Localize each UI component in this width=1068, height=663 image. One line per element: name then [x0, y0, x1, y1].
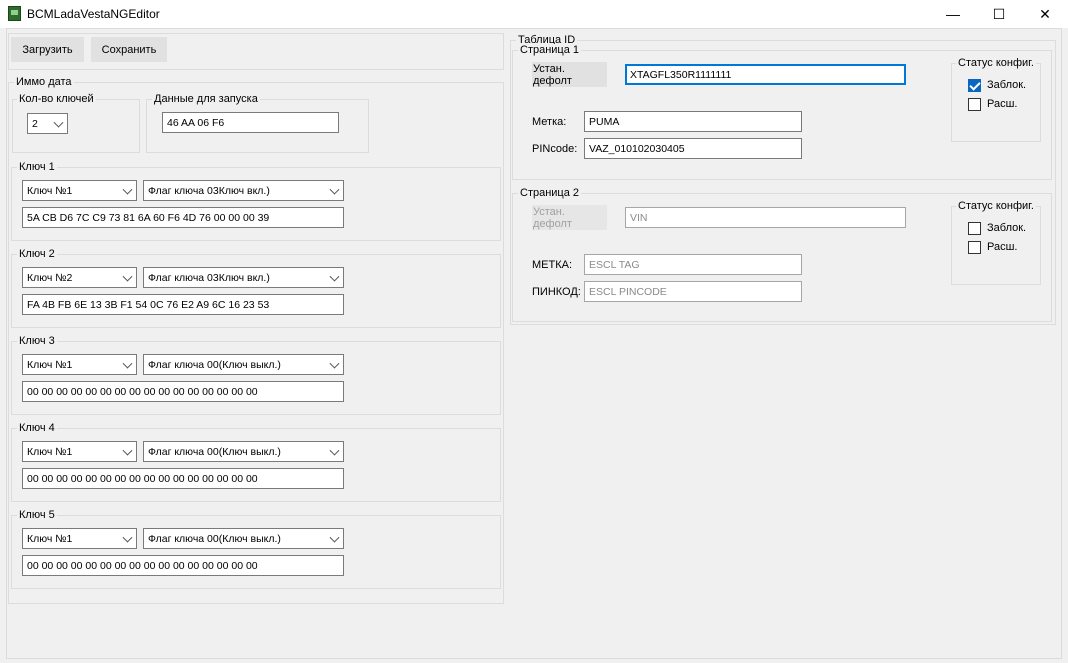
- key-2-flag-value: Флаг ключа 03Ключ вкл.): [148, 271, 270, 284]
- key-5-group: [11, 515, 501, 589]
- key-4-flag-select[interactable]: Флаг ключа 00(Ключ выкл.): [143, 441, 344, 462]
- key-5-flag-select[interactable]: Флаг ключа 00(Ключ выкл.): [143, 528, 344, 549]
- chevron-down-icon: [329, 184, 340, 195]
- key-4-number-select[interactable]: Ключ №1: [22, 441, 137, 462]
- key-4-flag-value: Флаг ключа 00(Ключ выкл.): [148, 445, 281, 458]
- key-count-label: Кол-во ключей: [17, 93, 96, 105]
- page-1-tag-label: Метка:: [532, 116, 567, 128]
- chevron-down-icon: [122, 445, 133, 456]
- key-3-group: [11, 341, 501, 415]
- key-5-number-value: Ключ №1: [27, 532, 73, 545]
- page-1-pin-label: PINcode:: [532, 143, 578, 155]
- minimize-icon: —: [946, 6, 960, 22]
- key-4-group: [11, 428, 501, 502]
- key-1-number-value: Ключ №1: [27, 184, 73, 197]
- page-1-ext-label: Расш.: [987, 98, 1018, 110]
- page-2-ext-label: Расш.: [987, 241, 1018, 253]
- page-2-pin-field[interactable]: ESCL PINCODE: [584, 281, 802, 302]
- key-2-number-value: Ключ №2: [27, 271, 73, 284]
- key-5-flag-value: Флаг ключа 00(Ключ выкл.): [148, 532, 281, 545]
- maximize-button[interactable]: ☐: [976, 0, 1022, 28]
- chevron-down-icon: [122, 358, 133, 369]
- key-1-number-select[interactable]: Ключ №1: [22, 180, 137, 201]
- key-3-number-value: Ключ №1: [27, 358, 73, 371]
- page-2-ext-checkbox[interactable]: [968, 241, 981, 254]
- page-2-set-default-button[interactable]: Устан. дефолт: [532, 205, 607, 230]
- page-1-set-default-button[interactable]: Устан. дефолт: [532, 62, 607, 87]
- key-2-flag-select[interactable]: Флаг ключа 03Ключ вкл.): [143, 267, 344, 288]
- window-title: BCMLadaVestaNGEditor: [27, 7, 160, 21]
- page-2-tag-label: МЕТКА:: [532, 259, 573, 271]
- chevron-down-icon: [329, 532, 340, 543]
- key-5-number-select[interactable]: Ключ №1: [22, 528, 137, 549]
- chevron-down-icon: [329, 358, 340, 369]
- key-2-data-field[interactable]: FA 4B FB 6E 13 3B F1 54 0C 76 E2 A9 6C 1…: [22, 294, 344, 315]
- page-2-tag-field[interactable]: ESCL TAG: [584, 254, 802, 275]
- chevron-down-icon: [329, 445, 340, 456]
- key-1-label: Ключ 1: [17, 161, 57, 173]
- key-4-label: Ключ 4: [17, 422, 57, 434]
- page-1-label: Страница 1: [518, 44, 582, 56]
- page-2-label: Страница 2: [518, 187, 582, 199]
- key-1-group: [11, 167, 501, 241]
- page-2-pin-label: ПИНКОД:: [532, 286, 581, 298]
- key-count-select[interactable]: 2: [27, 113, 68, 134]
- page-1-locked-checkbox[interactable]: [968, 79, 981, 92]
- key-3-flag-select[interactable]: Флаг ключа 00(Ключ выкл.): [143, 354, 344, 375]
- chevron-down-icon: [122, 532, 133, 543]
- page-1-locked-label: Заблок.: [987, 79, 1027, 91]
- key-1-flag-select[interactable]: Флаг ключа 03Ключ вкл.): [143, 180, 344, 201]
- page-2-status-label: Статус конфиг.: [956, 200, 1036, 212]
- key-4-number-value: Ключ №1: [27, 445, 73, 458]
- page-1-vin-field[interactable]: XTAGFL350R1111111: [625, 64, 906, 85]
- key-3-data-field[interactable]: 00 00 00 00 00 00 00 00 00 00 00 00 00 0…: [22, 381, 344, 402]
- key-2-label: Ключ 2: [17, 248, 57, 260]
- start-data-label: Данные для запуска: [152, 93, 260, 105]
- key-1-data-field[interactable]: 5A CB D6 7C C9 73 81 6A 60 F6 4D 76 00 0…: [22, 207, 344, 228]
- key-1-flag-value: Флаг ключа 03Ключ вкл.): [148, 184, 270, 197]
- key-3-flag-value: Флаг ключа 00(Ключ выкл.): [148, 358, 281, 371]
- immo-group-label: Иммо дата: [14, 76, 74, 88]
- load-button[interactable]: Загрузить: [11, 37, 84, 62]
- save-button[interactable]: Сохранить: [91, 37, 167, 62]
- page-1-ext-checkbox[interactable]: [968, 98, 981, 111]
- key-5-label: Ключ 5: [17, 509, 57, 521]
- key-2-number-select[interactable]: Ключ №2: [22, 267, 137, 288]
- chevron-down-icon: [329, 271, 340, 282]
- app-icon: [8, 6, 21, 21]
- key-4-data-field[interactable]: 00 00 00 00 00 00 00 00 00 00 00 00 00 0…: [22, 468, 344, 489]
- page-1-status-label: Статус конфиг.: [956, 57, 1036, 69]
- close-button[interactable]: ✕: [1022, 0, 1068, 28]
- chevron-down-icon: [122, 184, 133, 195]
- page-2-locked-checkbox[interactable]: [968, 222, 981, 235]
- page-2-vin-field[interactable]: VIN: [625, 207, 906, 228]
- title-bar: BCMLadaVestaNGEditor — ☐ ✕: [0, 0, 1068, 28]
- chevron-down-icon: [53, 117, 64, 128]
- maximize-icon: ☐: [992, 5, 1006, 22]
- chevron-down-icon: [122, 271, 133, 282]
- page-1-tag-field[interactable]: PUMA: [584, 111, 802, 132]
- page-1-pin-field[interactable]: VAZ_010102030405: [584, 138, 802, 159]
- start-data-field[interactable]: 46 AA 06 F6: [162, 112, 339, 133]
- minimize-button[interactable]: —: [930, 0, 976, 28]
- key-count-value: 2: [32, 117, 38, 130]
- page-2-locked-label: Заблок.: [987, 222, 1027, 234]
- key-3-number-select[interactable]: Ключ №1: [22, 354, 137, 375]
- close-icon: ✕: [1039, 5, 1051, 22]
- key-5-data-field[interactable]: 00 00 00 00 00 00 00 00 00 00 00 00 00 0…: [22, 555, 344, 576]
- key-2-group: [11, 254, 501, 328]
- key-3-label: Ключ 3: [17, 335, 57, 347]
